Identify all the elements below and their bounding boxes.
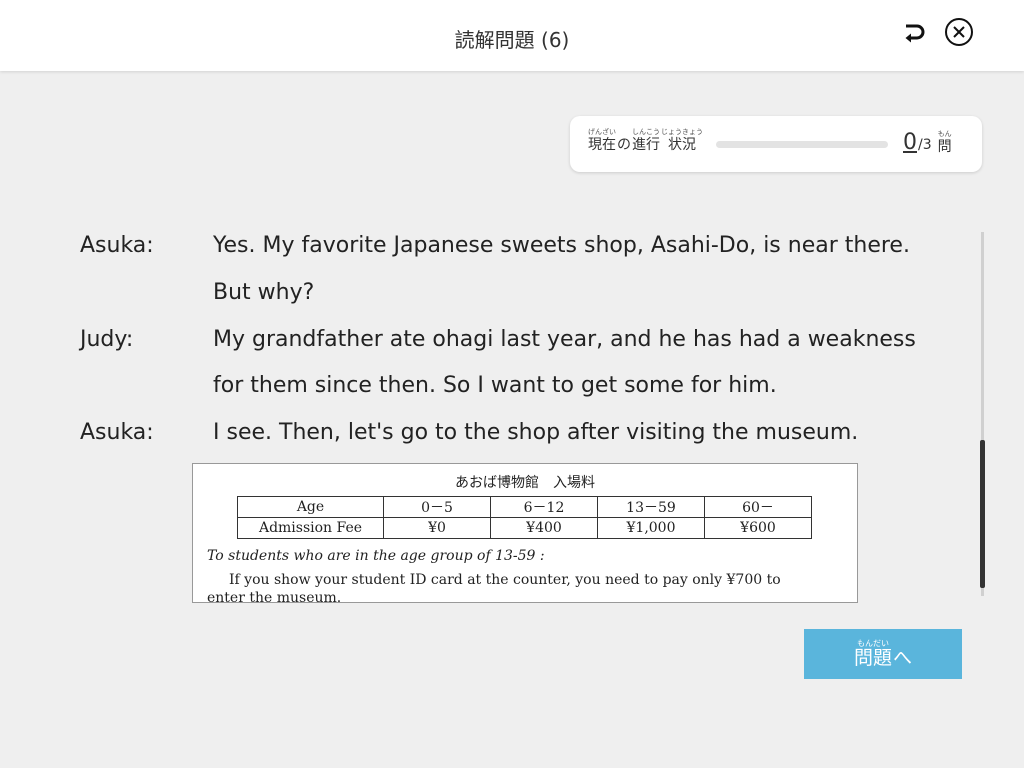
speaker-name: Judy: xyxy=(80,327,134,352)
progress-label: げんざい 現在 の しんこう 進行 じょうきょう 状況 xyxy=(588,128,704,153)
table-cell: Age xyxy=(237,496,384,518)
table-cell: Admission Fee xyxy=(237,517,384,539)
admission-fee-document: あおば博物館 入場料 Age 0－5 6－12 13－59 60－ Admiss… xyxy=(192,463,858,603)
progress-count: 0 /3 もん問 xyxy=(903,130,953,155)
close-icon[interactable] xyxy=(943,16,975,48)
progress-label-part: じょうきょう 状況 xyxy=(661,128,703,153)
progress-card: げんざい 現在 の しんこう 進行 じょうきょう 状況 0 /3 もん問 xyxy=(570,116,982,172)
back-icon[interactable] xyxy=(898,17,928,47)
table-row: Age 0－5 6－12 13－59 60－ xyxy=(237,496,812,518)
dialogue-line: My grandfather ate ohagi last year, and … xyxy=(213,327,916,352)
progress-bar xyxy=(716,141,888,148)
header-bar: 読解問題 (6) xyxy=(0,0,1024,71)
go-to-questions-button[interactable]: もんだい 問題 へ xyxy=(804,629,962,679)
document-text: enter the museum. xyxy=(207,590,342,603)
dialogue-line: I see. Then, let's go to the shop after … xyxy=(213,420,859,445)
go-to-questions-label: もんだい 問題 へ xyxy=(854,639,912,669)
progress-label-part: の xyxy=(617,137,631,153)
table-cell: 0－5 xyxy=(383,496,491,518)
document-text: If you show your student ID card at the … xyxy=(229,572,781,588)
table-cell: 60－ xyxy=(704,496,812,518)
dialogue-line: But why? xyxy=(213,280,315,305)
table-cell: 13－59 xyxy=(597,496,705,518)
speaker-name: Asuka: xyxy=(80,233,154,258)
progress-current: 0 xyxy=(903,130,917,155)
go-to-questions-base: もんだい 問題 xyxy=(853,639,892,669)
document-title: あおば博物館 入場料 xyxy=(455,475,595,491)
page-title: 読解問題 (6) xyxy=(454,28,570,52)
scrollbar-thumb[interactable] xyxy=(980,440,985,588)
table-cell: ¥400 xyxy=(490,517,598,539)
go-to-questions-suffix: へ xyxy=(893,647,913,669)
progress-label-part: しんこう 進行 xyxy=(632,128,660,153)
table-row: Admission Fee ¥0 ¥400 ¥1,000 ¥600 xyxy=(237,517,812,539)
progress-label-part: げんざい 現在 xyxy=(588,128,616,153)
table-cell: 6－12 xyxy=(490,496,598,518)
dialogue-line: for them since then. So I want to get so… xyxy=(213,373,777,398)
table-cell: ¥0 xyxy=(383,517,491,539)
progress-total: /3 xyxy=(918,137,932,153)
dialogue-line: Yes. My favorite Japanese sweets shop, A… xyxy=(213,233,910,258)
admission-fee-table: Age 0－5 6－12 13－59 60－ Admission Fee ¥0 … xyxy=(237,496,812,539)
speaker-name: Asuka: xyxy=(80,420,154,445)
progress-unit: もん問 xyxy=(937,130,952,155)
table-cell: ¥1,000 xyxy=(597,517,705,539)
table-cell: ¥600 xyxy=(704,517,812,539)
document-note: To students who are in the age group of … xyxy=(207,548,545,564)
